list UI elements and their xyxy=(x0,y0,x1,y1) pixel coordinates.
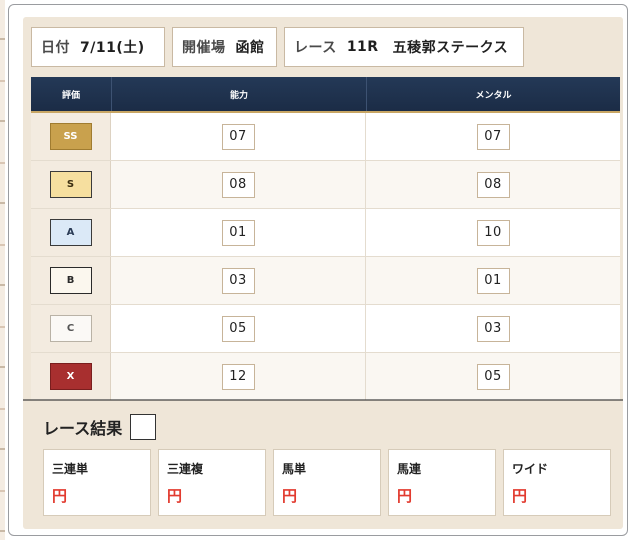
race-number: 11R xyxy=(346,39,379,55)
mental-number: 07 xyxy=(476,123,510,150)
ability-number: 08 xyxy=(221,171,255,198)
mental-number: 10 xyxy=(476,219,510,246)
race-name: 五稜郭ステークス xyxy=(392,40,509,56)
table-row: S 08 08 xyxy=(31,161,620,209)
date-value: 7/11(土) xyxy=(80,40,145,56)
page-frame: 日付 7/11(土) 開催場 函館 レース 11R 五稜郭ステークス 評価 能力… xyxy=(8,4,628,536)
race-result-checkbox[interactable] xyxy=(130,414,157,440)
rating-table: 評価 能力 メンタル SS 07 07 S 08 08 A 01 10 B 03… xyxy=(31,77,620,400)
payout-trifecta: 三連単 円 xyxy=(43,449,151,516)
mental-number: 08 xyxy=(476,171,510,198)
mental-number: 05 xyxy=(476,363,510,390)
grade-badge-a: A xyxy=(49,219,92,246)
race-result-title: レース結果 xyxy=(43,419,123,438)
table-row: SS 07 07 xyxy=(31,113,620,161)
header-grade: 評価 xyxy=(61,90,80,101)
ability-number: 07 xyxy=(221,123,255,150)
venue-box: 開催場 函館 xyxy=(172,27,277,67)
table-header: 評価 能力 メンタル xyxy=(31,77,620,113)
payout-quinella: 馬連 円 xyxy=(388,449,496,516)
payout-label: 三連単 xyxy=(52,462,89,476)
payout-value: 円 xyxy=(282,487,298,505)
prediction-card: 日付 7/11(土) 開催場 函館 レース 11R 五稜郭ステークス 評価 能力… xyxy=(23,17,623,529)
grade-badge-c: C xyxy=(49,315,92,342)
payout-label: ワイド xyxy=(512,462,549,476)
ability-number: 12 xyxy=(221,363,255,390)
ability-number: 03 xyxy=(221,267,255,294)
table-row: C 05 03 xyxy=(31,305,620,353)
section-divider xyxy=(23,399,623,401)
date-label: 日付 xyxy=(41,40,70,56)
ability-number: 01 xyxy=(221,219,255,246)
grade-badge-x: X xyxy=(49,363,92,390)
payout-exacta: 馬単 円 xyxy=(273,449,381,516)
payout-wide: ワイド 円 xyxy=(503,449,611,516)
payout-value: 円 xyxy=(52,487,68,505)
payout-trio: 三連複 円 xyxy=(158,449,266,516)
payout-label: 三連複 xyxy=(167,462,204,476)
payout-value: 円 xyxy=(512,487,528,505)
mental-number: 01 xyxy=(476,267,510,294)
payout-value: 円 xyxy=(397,487,413,505)
ability-number: 05 xyxy=(221,315,255,342)
venue-label: 開催場 xyxy=(182,40,226,56)
date-box: 日付 7/11(土) xyxy=(31,27,165,67)
race-label: レース xyxy=(294,40,337,56)
grade-badge-ss: SS xyxy=(49,123,92,150)
race-result-heading: レース結果 xyxy=(43,414,157,440)
header-ability: 能力 xyxy=(111,77,366,111)
left-edge-background xyxy=(0,0,5,540)
payout-label: 馬連 xyxy=(397,462,422,476)
mental-number: 03 xyxy=(476,315,510,342)
grade-badge-b: B xyxy=(49,267,92,294)
grade-badge-s: S xyxy=(49,171,92,198)
payout-label: 馬単 xyxy=(282,462,307,476)
table-row: A 01 10 xyxy=(31,209,620,257)
header-mental: メンタル xyxy=(366,77,620,111)
payout-value: 円 xyxy=(167,487,183,505)
table-row: X 12 05 xyxy=(31,353,620,401)
race-box: レース 11R 五稜郭ステークス xyxy=(284,27,524,67)
table-row: B 03 01 xyxy=(31,257,620,305)
venue-value: 函館 xyxy=(235,40,265,56)
